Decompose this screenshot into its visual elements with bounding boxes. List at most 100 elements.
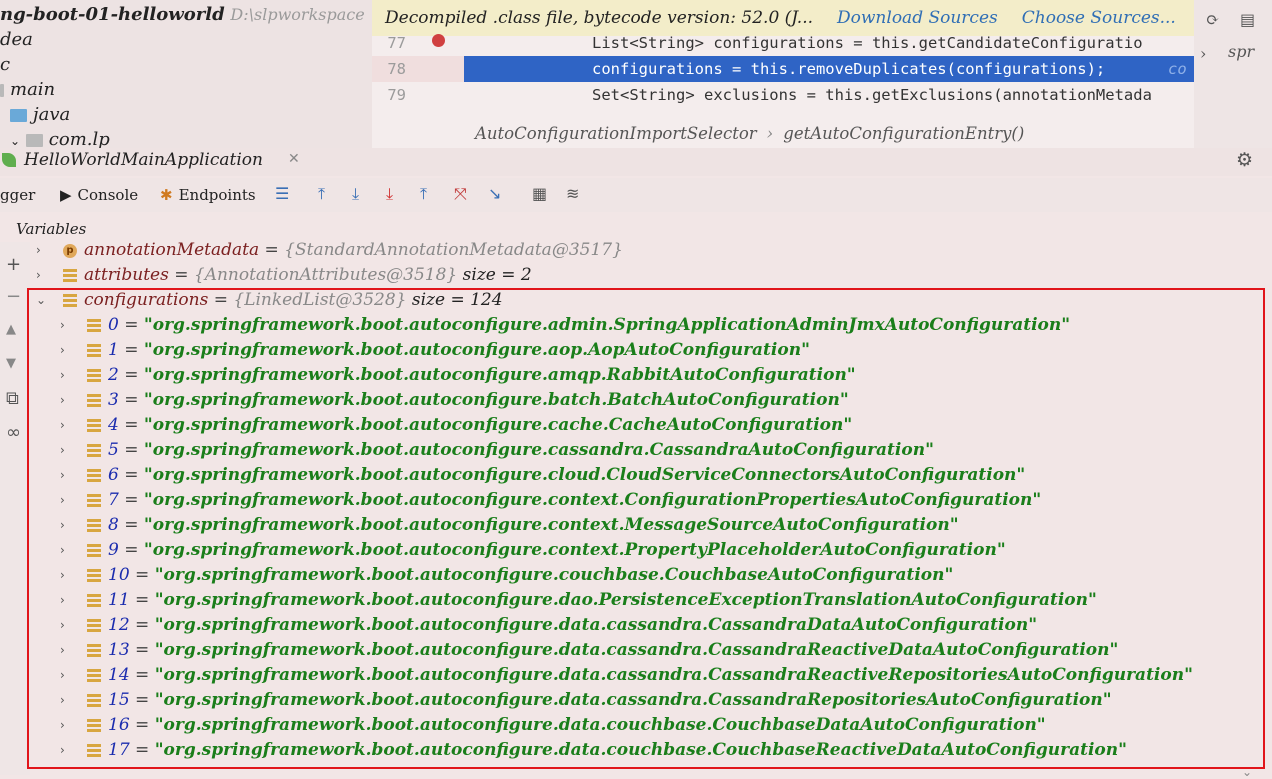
line-number: 79 <box>387 86 406 104</box>
list-item[interactable]: › 4 = "org.springframework.boot.autoconfi… <box>30 414 1272 439</box>
variable-row[interactable]: › p annotationMetadata = {StandardAnnota… <box>30 242 1272 264</box>
step-over-icon[interactable]: ⤓ <box>352 184 359 204</box>
list-item[interactable]: › 14 = "org.springframework.boot.autoconf… <box>30 664 1272 689</box>
chevron-right-icon[interactable]: › <box>60 368 65 382</box>
chevron-right-icon[interactable]: › <box>60 668 65 682</box>
chevron-right-icon[interactable]: › <box>60 543 65 557</box>
field-icon <box>87 444 101 458</box>
list-item[interactable]: › 8 = "org.springframework.boot.autoconfi… <box>30 514 1272 539</box>
tree-item[interactable]: main <box>0 79 55 100</box>
evaluate-expression-icon[interactable]: ▦ <box>532 184 547 203</box>
field-icon <box>87 694 101 708</box>
tree-item-label: c <box>0 54 11 75</box>
chevron-right-icon[interactable]: › <box>60 468 65 482</box>
list-value: "org.springframework.boot.autoconfigure.… <box>143 540 1006 560</box>
list-item[interactable]: › 16 = "org.springframework.boot.autoconf… <box>30 714 1272 739</box>
tree-item[interactable]: c <box>0 54 10 75</box>
tab-debugger[interactable]: gger <box>0 186 35 204</box>
list-index: 6 <box>108 465 119 485</box>
list-item[interactable]: › 2 = "org.springframework.boot.autoconfi… <box>30 364 1272 389</box>
list-item[interactable]: › 13 = "org.springframework.boot.autoconf… <box>30 639 1272 664</box>
breadcrumb-method[interactable]: getAutoConfigurationEntry() <box>783 124 1024 143</box>
close-icon[interactable]: ✕ <box>288 151 300 167</box>
drop-frame-icon[interactable]: ⤧ <box>454 184 467 204</box>
chevron-right-icon[interactable]: › <box>36 243 41 257</box>
tab-endpoints[interactable]: ✱ Endpoints <box>160 186 256 204</box>
list-index: 7 <box>108 490 119 510</box>
list-item[interactable]: › 5 = "org.springframework.boot.autoconfi… <box>30 439 1272 464</box>
variable-size: size = 124 <box>411 290 503 310</box>
download-sources-link[interactable]: Download Sources <box>837 8 998 28</box>
scroll-down-icon[interactable]: ⌄ <box>1242 765 1252 779</box>
list-item[interactable]: › 1 = "org.springframework.boot.autoconfi… <box>30 339 1272 364</box>
variable-row[interactable]: › attributes = {AnnotationAttributes@351… <box>30 264 1272 289</box>
list-item[interactable]: › 9 = "org.springframework.boot.autoconfi… <box>30 539 1272 564</box>
spring-tab[interactable]: spr <box>1228 42 1254 61</box>
chevron-right-icon[interactable]: › <box>60 418 65 432</box>
list-item[interactable]: › 0 = "org.springframework.boot.autoconfi… <box>30 314 1272 339</box>
list-item[interactable]: › 3 = "org.springframework.boot.autoconfi… <box>30 389 1272 414</box>
list-item[interactable]: › 6 = "org.springframework.boot.autoconfi… <box>30 464 1272 489</box>
field-icon <box>87 619 101 633</box>
chevron-right-icon[interactable]: › <box>60 493 65 507</box>
code-line-current[interactable]: 78 configurations = this.removeDuplicate… <box>372 56 1194 82</box>
chevron-right-icon[interactable]: › <box>60 593 65 607</box>
chevron-right-icon[interactable]: › <box>60 718 65 732</box>
code-line[interactable]: 79 Set<String> exclusions = this.getExcl… <box>372 82 1194 108</box>
gear-icon[interactable]: ⚙ <box>1236 149 1253 171</box>
chevron-down-icon[interactable]: ⌄ <box>36 293 46 307</box>
list-item[interactable]: › 15 = "org.springframework.boot.autoconf… <box>30 689 1272 714</box>
trace-stream-icon[interactable]: ≋ <box>566 184 579 203</box>
glasses-icon[interactable]: ∞ <box>6 422 21 443</box>
code-text: configurations = this.removeDuplicates(c… <box>592 60 1106 78</box>
remove-icon[interactable]: − <box>6 286 21 307</box>
variables-tree: › p annotationMetadata = {StandardAnnota… <box>30 242 1272 775</box>
right-toolbar: ⟳ ▤ › spr <box>1194 0 1272 150</box>
step-out-icon[interactable]: ⤒ <box>420 184 427 204</box>
list-item[interactable]: › 17 = "org.springframework.boot.autoconf… <box>30 739 1272 764</box>
add-icon[interactable]: + <box>6 254 21 275</box>
chevron-down-icon: ⌄ <box>10 134 21 148</box>
chevron-right-icon[interactable]: › <box>60 318 65 332</box>
chevron-right-icon[interactable]: › <box>60 693 65 707</box>
list-item[interactable]: › 10 = "org.springframework.boot.autoconf… <box>30 564 1272 589</box>
show-execution-point-icon[interactable]: ⤒ <box>318 184 325 204</box>
copy-icon[interactable]: ⧉ <box>6 388 19 409</box>
chevron-right-icon[interactable]: › <box>36 268 41 282</box>
chevron-right-icon[interactable]: › <box>60 518 65 532</box>
choose-sources-link[interactable]: Choose Sources... <box>1022 8 1176 28</box>
field-icon <box>87 719 101 733</box>
tree-item[interactable]: ⌄ com.lp <box>10 129 110 150</box>
chevron-right-icon[interactable]: › <box>60 743 65 757</box>
code-text: List<String> configurations = this.getCa… <box>592 34 1143 52</box>
chevron-right-icon[interactable]: › <box>60 343 65 357</box>
run-config-name[interactable]: HelloWorldMainApplication <box>24 150 263 170</box>
list-item[interactable]: › 12 = "org.springframework.boot.autoconf… <box>30 614 1272 639</box>
chevron-right-icon[interactable]: › <box>60 618 65 632</box>
run-to-cursor-icon[interactable]: ↘ <box>488 184 501 203</box>
code-line[interactable]: 77 List<String> configurations = this.ge… <box>372 30 1194 56</box>
refresh-icon[interactable]: ⟳ <box>1206 10 1219 29</box>
tab-console[interactable]: ▶ Console <box>60 186 138 204</box>
layout-icon[interactable]: ☰ <box>275 184 289 203</box>
move-up-icon[interactable]: ▲ <box>6 322 16 337</box>
chevron-right-icon[interactable]: › <box>60 568 65 582</box>
field-icon <box>87 519 101 533</box>
chevron-right-icon[interactable]: › <box>60 443 65 457</box>
tree-item[interactable]: java <box>10 104 70 125</box>
force-step-into-icon[interactable]: ⤓ <box>386 184 393 204</box>
tree-item[interactable]: dea <box>0 29 33 50</box>
list-item[interactable]: › 7 = "org.springframework.boot.autoconfi… <box>30 489 1272 514</box>
chevron-right-icon[interactable]: › <box>60 393 65 407</box>
breakpoint-icon[interactable] <box>432 34 445 47</box>
list-item[interactable]: › 11 = "org.springframework.boot.autoconf… <box>30 589 1272 614</box>
chevron-right-icon[interactable]: › <box>1200 44 1206 63</box>
move-down-icon[interactable]: ▼ <box>6 356 16 371</box>
chevron-right-icon[interactable]: › <box>60 643 65 657</box>
list-index: 3 <box>108 390 119 410</box>
breadcrumb-class[interactable]: AutoConfigurationImportSelector <box>475 124 757 143</box>
variable-row-expanded[interactable]: ⌄ configurations = {LinkedList@3528} siz… <box>30 289 1272 314</box>
folder-settings-icon[interactable]: ▤ <box>1240 10 1255 29</box>
project-root[interactable]: ng-boot-01-helloworld D:\slpworkspace <box>0 4 365 25</box>
field-icon <box>63 269 77 283</box>
